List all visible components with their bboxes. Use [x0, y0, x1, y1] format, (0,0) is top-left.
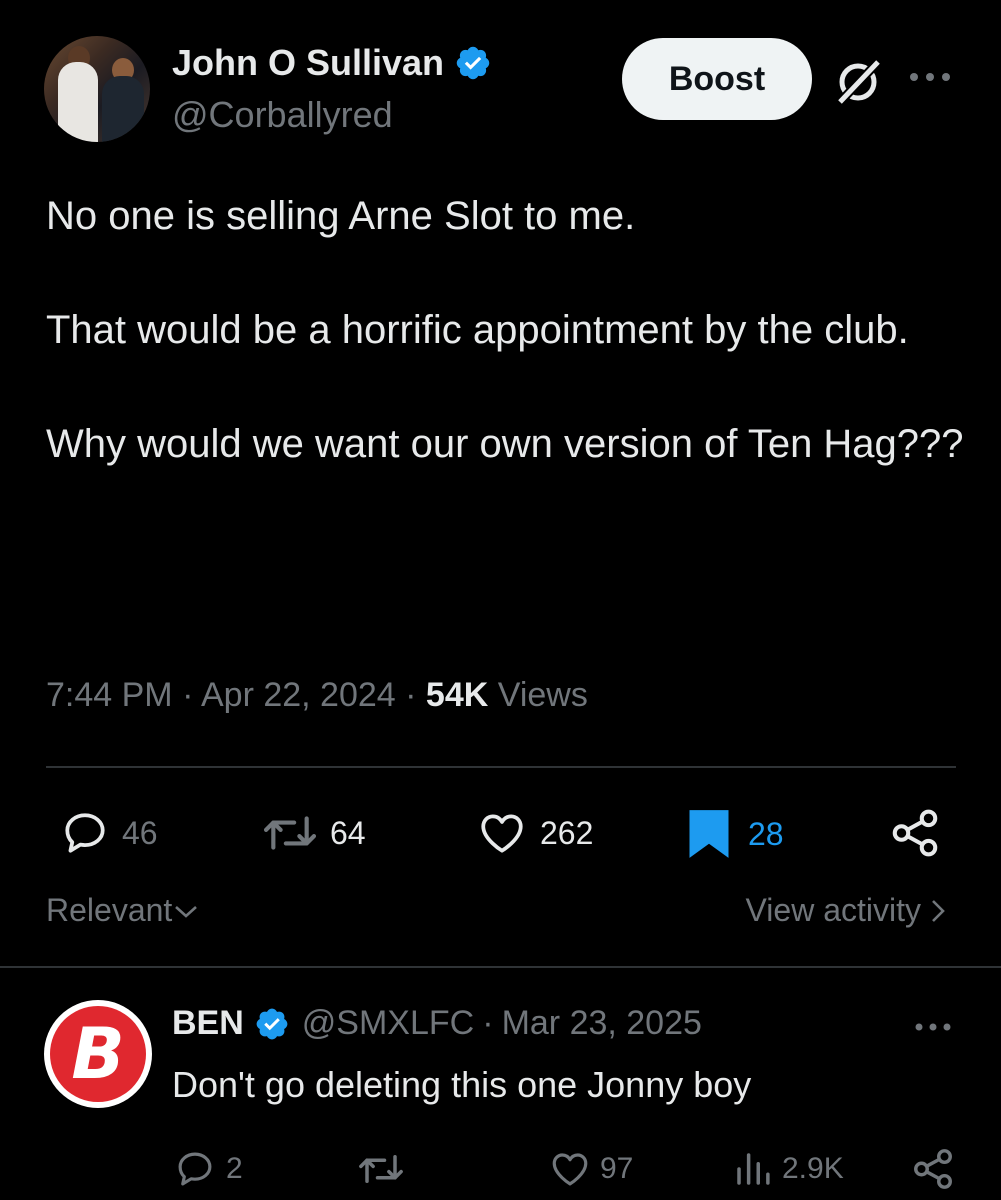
reply-icon — [65, 813, 105, 853]
views-count: 54K — [425, 676, 489, 714]
reply-views-button[interactable]: 2.9K — [730, 1148, 844, 1190]
tweet-date[interactable]: Apr 22, 2024 — [201, 676, 396, 714]
reply-button[interactable]: 46 — [58, 808, 158, 858]
repost-icon — [359, 1155, 403, 1183]
verified-badge-icon — [456, 46, 490, 80]
reply-repost-button[interactable] — [354, 1148, 408, 1190]
reply-reply-button[interactable]: 2 — [172, 1148, 243, 1190]
reply-author-name[interactable]: BEN — [172, 1004, 244, 1043]
bookmark-icon — [689, 810, 729, 858]
reply-like-button[interactable]: 97 — [546, 1148, 633, 1190]
reply-icon — [178, 1152, 212, 1186]
repost-button[interactable]: 64 — [258, 808, 366, 858]
reply-reply-count: 2 — [226, 1152, 243, 1185]
view-activity-label: View activity — [745, 892, 921, 928]
relevant-filter[interactable]: Relevant — [46, 892, 200, 929]
views-label: Views — [497, 676, 588, 714]
tweet-paragraph: Why would we want our own version of Ten… — [46, 422, 964, 466]
chevron-down-icon — [175, 905, 198, 918]
share-icon[interactable] — [888, 806, 942, 860]
divider — [46, 766, 956, 768]
like-icon — [481, 814, 523, 853]
repost-count: 64 — [330, 814, 366, 851]
reply-avatar-letter: B — [50, 1006, 146, 1102]
author-avatar[interactable] — [44, 36, 150, 142]
view-activity-link[interactable]: View activity — [746, 892, 949, 929]
chevron-right-icon — [932, 899, 945, 922]
reply-avatar[interactable]: B — [44, 1000, 152, 1108]
meta-separator: · — [405, 676, 417, 714]
reply-separator: · — [482, 1004, 494, 1042]
author-name-row[interactable]: John O Sullivan — [172, 42, 492, 84]
more-icon[interactable] — [906, 62, 954, 92]
reply-author-handle[interactable]: @SMXLFC — [302, 1004, 474, 1043]
repost-icon — [263, 816, 317, 850]
meta-separator: · — [182, 676, 194, 714]
tweet-paragraph: No one is selling Arne Slot to me. — [46, 194, 636, 238]
tweet-paragraph: That would be a horrific appointment by … — [46, 308, 909, 352]
like-button[interactable]: 262 — [474, 808, 593, 858]
bookmark-count: 28 — [748, 815, 784, 852]
like-icon — [552, 1153, 588, 1186]
reply-header: BEN @SMXLFC · Mar 23, 2025 — [172, 1004, 702, 1043]
relevant-label: Relevant — [46, 892, 173, 928]
boost-button[interactable]: Boost — [622, 38, 812, 120]
reply-date[interactable]: Mar 23, 2025 — [502, 1004, 702, 1043]
bookmark-button[interactable]: 28 — [686, 808, 784, 860]
tweet-time[interactable]: 7:44 PM — [46, 676, 173, 714]
tweet-text: No one is selling Arne Slot to me. That … — [46, 186, 966, 528]
reply-views-count: 2.9K — [782, 1152, 844, 1185]
grok-icon[interactable] — [832, 56, 884, 108]
reply-like-count: 97 — [600, 1152, 634, 1185]
author-display-name[interactable]: John O Sullivan — [172, 42, 444, 84]
author-handle[interactable]: @Corballyred — [172, 94, 393, 136]
verified-badge-icon — [256, 1008, 288, 1039]
views-icon — [737, 1153, 770, 1185]
reply-count: 46 — [122, 814, 158, 851]
like-count: 262 — [540, 814, 594, 851]
more-icon[interactable] — [912, 1014, 954, 1040]
reply-text: Don't go deleting this one Jonny boy — [172, 1064, 752, 1105]
tweet-meta: 7:44 PM · Apr 22, 2024 · 54K Views — [46, 676, 588, 715]
divider — [0, 966, 1001, 968]
share-icon[interactable] — [910, 1146, 956, 1192]
